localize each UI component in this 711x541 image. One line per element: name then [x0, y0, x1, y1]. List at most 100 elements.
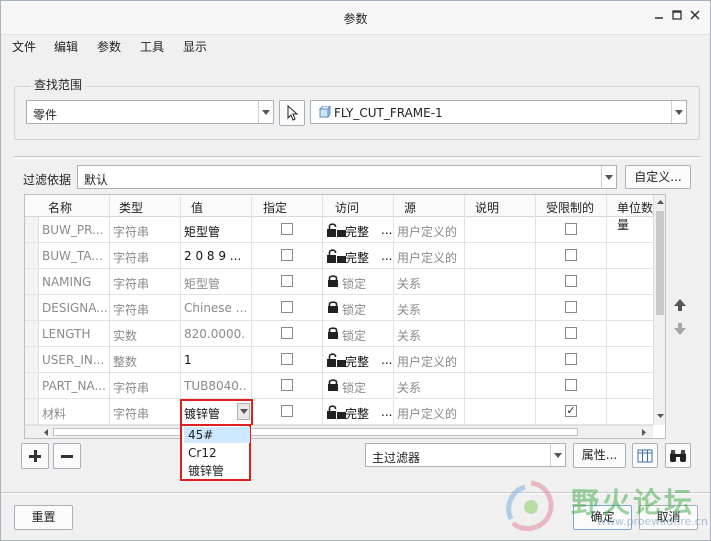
table-row[interactable]: DESIGNA... 字符串 Chinese ... 锁定 关系 [25, 295, 653, 321]
designated-checkbox[interactable] [281, 301, 293, 313]
cell-value[interactable]: 1 [184, 353, 246, 367]
reset-button[interactable]: 重置 [14, 505, 73, 530]
restricted-checkbox[interactable]: ✓ [565, 405, 577, 417]
scroll-down-icon[interactable] [655, 411, 666, 421]
designated-checkbox[interactable] [281, 353, 293, 365]
col-name-header[interactable]: 名称 [48, 199, 72, 216]
col-restricted-header[interactable]: 受限制的 [546, 199, 594, 216]
cell-source[interactable]: 用户定义的 [397, 353, 463, 370]
main-filter-select[interactable]: 主过滤器 [365, 443, 566, 467]
col-designated-header[interactable]: 指定 [263, 199, 287, 216]
cell-name[interactable]: LENGTH [42, 327, 107, 341]
cell-name[interactable]: 材料 [42, 405, 107, 422]
dropdown-option-45[interactable]: 45# [184, 427, 250, 443]
minimize-icon[interactable] [651, 9, 667, 25]
cell-source[interactable]: 关系 [397, 379, 463, 396]
unlock-icon[interactable] [326, 248, 346, 263]
cell-access[interactable]: 锁定 [342, 275, 366, 292]
cell-type[interactable]: 字符串 [113, 223, 178, 240]
cell-type[interactable]: 字符串 [113, 301, 178, 318]
cell-name[interactable]: DESIGNA... [42, 301, 107, 315]
col-value-header[interactable]: 值 [191, 199, 203, 216]
add-parameter-button[interactable] [21, 443, 49, 469]
designated-checkbox[interactable] [281, 405, 293, 417]
cell-type[interactable]: 字符串 [113, 249, 178, 266]
restricted-checkbox[interactable] [565, 327, 577, 339]
horizontal-scroll-thumb[interactable] [53, 428, 578, 436]
vertical-scrollbar[interactable] [653, 195, 666, 425]
designated-checkbox[interactable] [281, 327, 293, 339]
menu-file[interactable]: 文件 [12, 38, 36, 55]
lock-icon[interactable] [326, 326, 340, 340]
restricted-checkbox[interactable] [565, 301, 577, 313]
maximize-icon[interactable] [669, 9, 685, 25]
cell-access-more[interactable]: ... [381, 353, 392, 367]
cell-access[interactable]: 完整 [345, 223, 369, 240]
designated-checkbox[interactable] [281, 249, 293, 261]
cell-value[interactable]: TUB8040... [184, 379, 246, 393]
table-row[interactable]: 材料 字符串 镀锌管 完整... 用户定义的 ✓ [25, 399, 653, 425]
cell-type[interactable]: 整数 [113, 353, 178, 370]
restricted-checkbox[interactable] [565, 249, 577, 261]
lock-icon[interactable] [326, 300, 340, 314]
cell-type[interactable]: 字符串 [113, 275, 178, 292]
lock-icon[interactable] [326, 274, 340, 288]
col-description-header[interactable]: 说明 [475, 199, 499, 216]
cell-type[interactable]: 字符串 [113, 379, 178, 396]
scroll-left-icon[interactable] [41, 427, 51, 438]
menu-tools[interactable]: 工具 [140, 38, 164, 55]
cell-access[interactable]: 锁定 [342, 301, 366, 318]
cell-access[interactable]: 锁定 [342, 327, 366, 344]
dropdown-option-cr12[interactable]: Cr12 [184, 445, 250, 461]
cell-source[interactable]: 用户定义的 [397, 249, 463, 266]
designated-checkbox[interactable] [281, 379, 293, 391]
object-select[interactable]: FLY_CUT_FRAME-1 [310, 100, 687, 124]
table-row[interactable]: BUW_TA... 字符串 2 0 8 9 ... 完整... 用户定义的 [25, 243, 653, 269]
cell-name[interactable]: USER_IN... [42, 353, 107, 367]
cell-source[interactable]: 关系 [397, 275, 463, 292]
col-type-header[interactable]: 类型 [119, 199, 143, 216]
unlock-icon[interactable] [326, 352, 346, 367]
cell-type[interactable]: 字符串 [113, 405, 178, 422]
cell-name[interactable]: BUW_PR... [42, 223, 107, 237]
cell-access-more[interactable]: ... [381, 249, 392, 263]
restricted-checkbox[interactable] [565, 223, 577, 235]
table-row[interactable]: USER_IN... 整数 1 完整... 用户定义的 [25, 347, 653, 373]
lock-icon[interactable] [326, 378, 340, 392]
table-row[interactable]: NAMING 字符串 矩型管 锁定 关系 [25, 269, 653, 295]
cell-type[interactable]: 实数 [113, 327, 178, 344]
customize-button[interactable]: 自定义... [625, 165, 691, 189]
table-columns-button[interactable] [632, 443, 658, 468]
cell-name[interactable]: PART_NA... [42, 379, 107, 393]
find-button[interactable] [665, 443, 691, 468]
unlock-icon[interactable] [326, 222, 346, 237]
unlock-icon[interactable] [326, 404, 346, 419]
move-up-icon[interactable] [673, 298, 687, 312]
cell-value[interactable]: 2 0 8 9 ... [184, 249, 246, 263]
cell-access-more[interactable]: ... [381, 405, 392, 419]
restricted-checkbox[interactable] [565, 379, 577, 391]
col-source-header[interactable]: 源 [404, 199, 416, 216]
col-access-header[interactable]: 访问 [335, 199, 359, 216]
designated-checkbox[interactable] [281, 223, 293, 235]
cell-access[interactable]: 完整 [345, 249, 369, 266]
select-pointer-button[interactable] [279, 100, 305, 126]
cell-value[interactable]: 820.0000... [184, 327, 246, 341]
filter-select[interactable]: 默认 [77, 165, 617, 189]
cell-name[interactable]: BUW_TA... [42, 249, 107, 263]
cell-name[interactable]: NAMING [42, 275, 107, 289]
cell-access[interactable]: 完整 [345, 405, 369, 422]
scroll-right-icon[interactable] [639, 427, 649, 438]
cell-value[interactable]: Chinese ... [184, 301, 246, 315]
vertical-scroll-thumb[interactable] [656, 211, 664, 315]
cell-source[interactable]: 关系 [397, 327, 463, 344]
table-row[interactable]: LENGTH 实数 820.0000... 锁定 关系 [25, 321, 653, 347]
designated-checkbox[interactable] [281, 275, 293, 287]
table-row[interactable]: PART_NA... 字符串 TUB8040... 锁定 关系 [25, 373, 653, 399]
menu-parameters[interactable]: 参数 [97, 38, 121, 55]
properties-button[interactable]: 属性... [573, 443, 626, 468]
horizontal-scrollbar[interactable] [25, 425, 653, 438]
menu-edit[interactable]: 编辑 [54, 38, 78, 55]
scroll-up-icon[interactable] [655, 197, 666, 207]
table-row[interactable]: BUW_PR... 字符串 矩型管 完整... 用户定义的 [25, 217, 653, 243]
